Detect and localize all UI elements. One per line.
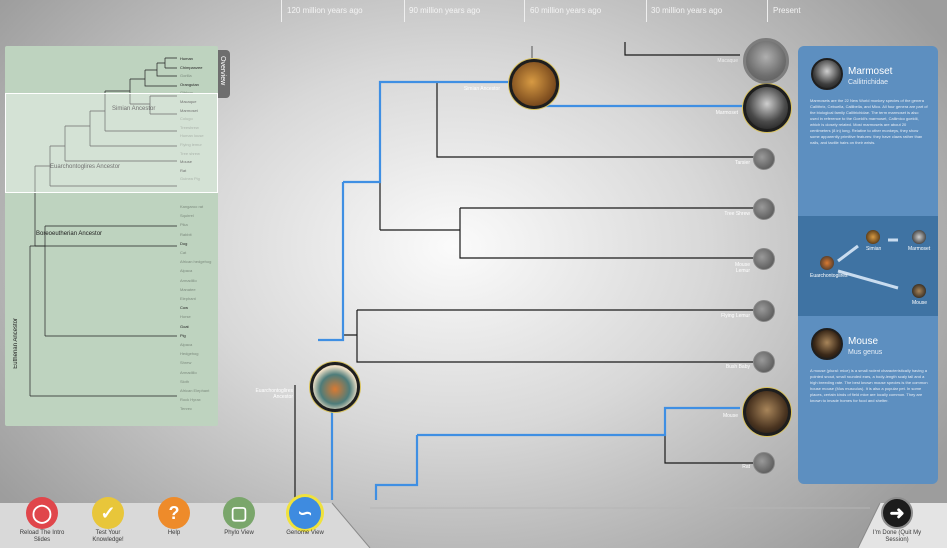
overview-species-item[interactable]: Rabbit bbox=[180, 232, 192, 237]
mouse-thumbnail bbox=[811, 328, 843, 360]
ancestry-end2-icon bbox=[912, 284, 926, 298]
marmoset-thumbnail bbox=[811, 58, 843, 90]
mouse-node[interactable] bbox=[743, 388, 791, 436]
internal-node-label: Euarchontoglires Ancestor bbox=[255, 388, 293, 400]
genome-view-label: Genome View bbox=[286, 530, 324, 536]
overview-species-item[interactable]: Human bbox=[180, 56, 193, 61]
phylo-view-button[interactable]: ▢ Phylo View bbox=[211, 497, 267, 537]
ancestry-middle-icon bbox=[866, 230, 880, 244]
macaque-node[interactable] bbox=[743, 38, 789, 84]
overview-species-item[interactable]: Armadillo bbox=[180, 278, 197, 283]
card1-subtitle: Callitrichidae bbox=[848, 79, 889, 86]
overview-species-item[interactable]: Sloth bbox=[180, 379, 189, 384]
overview-tab[interactable]: Overview bbox=[218, 50, 230, 98]
help-button[interactable]: ? Help bbox=[146, 497, 202, 537]
overview-species-item[interactable]: Cow bbox=[180, 305, 188, 310]
done-button[interactable]: ➜ I'm Done (Quit My Session) bbox=[862, 497, 932, 544]
simian-ancestor-node[interactable] bbox=[509, 59, 559, 109]
leaf-label: Marmoset bbox=[715, 110, 738, 116]
overview-tab-label: Overview bbox=[219, 56, 226, 86]
leaf-label: Flying Lemur bbox=[721, 313, 750, 319]
info-panel: Marmoset Callitrichidae Marmosets are th… bbox=[798, 46, 938, 484]
overview-species-item[interactable]: Hedgehog bbox=[180, 351, 198, 356]
overview-species-item[interactable]: Goat bbox=[180, 324, 189, 329]
done-label: I'm Done (Quit My Session) bbox=[872, 530, 922, 543]
genome-view-button[interactable]: ∽ Genome View bbox=[277, 497, 333, 537]
leaf-label: Tarsier bbox=[734, 160, 750, 166]
overview-species-item[interactable]: Dog bbox=[180, 241, 187, 246]
card2-title: Mouse bbox=[848, 336, 879, 347]
leaf-label: Macaque bbox=[717, 58, 738, 64]
tarsier-node[interactable] bbox=[753, 148, 775, 170]
ancestry-start-label: Euarchontoglires bbox=[810, 273, 848, 279]
test-knowledge-label: Test Your Knowledge! bbox=[92, 530, 124, 543]
overview-species-item[interactable]: Manatee bbox=[180, 287, 196, 292]
overview-species-item[interactable]: Armadillo bbox=[180, 370, 197, 375]
overview-species-item[interactable]: Pika bbox=[180, 222, 188, 227]
overview-ancestor-label: Boreoeutherian Ancestor bbox=[36, 231, 103, 237]
ancestry-box: Euarchontoglires Simian Marmoset Mouse bbox=[798, 216, 938, 316]
help-label: Help bbox=[167, 530, 181, 536]
leaf-label: Mouse Lemur bbox=[734, 262, 750, 274]
lightbulb-icon: ◯ bbox=[26, 497, 58, 529]
ancestry-end1-label: Marmoset bbox=[908, 246, 931, 252]
card2-description: A mouse (plural: mice) is a small rodent… bbox=[810, 368, 928, 403]
checkmark-icon: ✓ bbox=[92, 497, 124, 529]
reload-intro-button[interactable]: ◯ Reload The Intro Slides bbox=[14, 497, 70, 544]
card2-subtitle: Mus genus bbox=[848, 349, 883, 356]
card1-description: Marmosets are the 22 New World monkey sp… bbox=[810, 98, 928, 145]
toolbar-background bbox=[0, 502, 947, 548]
mouse-lemur-node[interactable] bbox=[753, 248, 775, 270]
overview-species-item[interactable]: Horse bbox=[180, 314, 191, 319]
test-knowledge-button[interactable]: ✓ Test Your Knowledge! bbox=[80, 497, 136, 544]
overview-species-item[interactable]: Pig bbox=[180, 333, 186, 338]
rat-node[interactable] bbox=[753, 452, 775, 474]
euarchontoglires-ancestor-node[interactable] bbox=[310, 362, 360, 412]
overview-species-item[interactable]: Orangutan bbox=[180, 82, 199, 87]
ancestry-middle-label: Simian bbox=[866, 246, 882, 252]
tree-icon: ▢ bbox=[223, 497, 255, 529]
card1-title: Marmoset bbox=[848, 66, 893, 77]
overview-species-item[interactable]: Cat bbox=[180, 250, 186, 255]
overview-viewport-window[interactable] bbox=[5, 93, 218, 193]
ancestry-start-icon bbox=[820, 256, 834, 270]
overview-species-item[interactable]: Shrew bbox=[180, 360, 191, 365]
overview-species-item[interactable]: Alpaca bbox=[180, 268, 192, 273]
overview-ancestor-label: Eutherian Ancestor bbox=[13, 318, 19, 369]
overview-species-item[interactable]: Chimpanzee bbox=[180, 65, 202, 70]
overview-species-item[interactable]: Rock Hyrax bbox=[180, 397, 201, 402]
flying-lemur-node[interactable] bbox=[753, 300, 775, 322]
leaf-label: Mouse bbox=[722, 413, 738, 419]
leaf-label: Tree Shrew bbox=[724, 211, 750, 217]
tree-shrew-node[interactable] bbox=[753, 198, 775, 220]
overview-species-item[interactable]: Squirrel bbox=[180, 213, 194, 218]
overview-species-item[interactable]: African Elephant bbox=[180, 388, 209, 393]
phylo-view-label: Phylo View bbox=[224, 530, 254, 536]
overview-species-item[interactable]: Gorilla bbox=[180, 73, 192, 78]
internal-node-label: Simian Ancestor bbox=[463, 86, 500, 92]
question-icon: ? bbox=[158, 497, 190, 529]
overview-species-item[interactable]: Alpaca bbox=[180, 342, 192, 347]
reload-intro-label: Reload The Intro Slides bbox=[19, 530, 65, 543]
overview-species-item[interactable]: Elephant bbox=[180, 296, 196, 301]
ancestry-end2-label: Mouse bbox=[912, 300, 928, 306]
ancestry-end1-icon bbox=[912, 230, 926, 244]
marmoset-node[interactable] bbox=[743, 84, 791, 132]
overview-species-item[interactable]: Tenrec bbox=[180, 406, 192, 411]
leaf-label: Rat bbox=[742, 464, 750, 470]
overview-species-item[interactable]: Kangaroo rat bbox=[180, 204, 203, 209]
exit-arrow-icon: ➜ bbox=[881, 497, 913, 529]
dna-icon: ∽ bbox=[289, 497, 321, 529]
bush-baby-node[interactable] bbox=[753, 351, 775, 373]
overview-species-item[interactable]: African hedgehog bbox=[180, 259, 211, 264]
leaf-label: Bush Baby bbox=[725, 364, 750, 370]
